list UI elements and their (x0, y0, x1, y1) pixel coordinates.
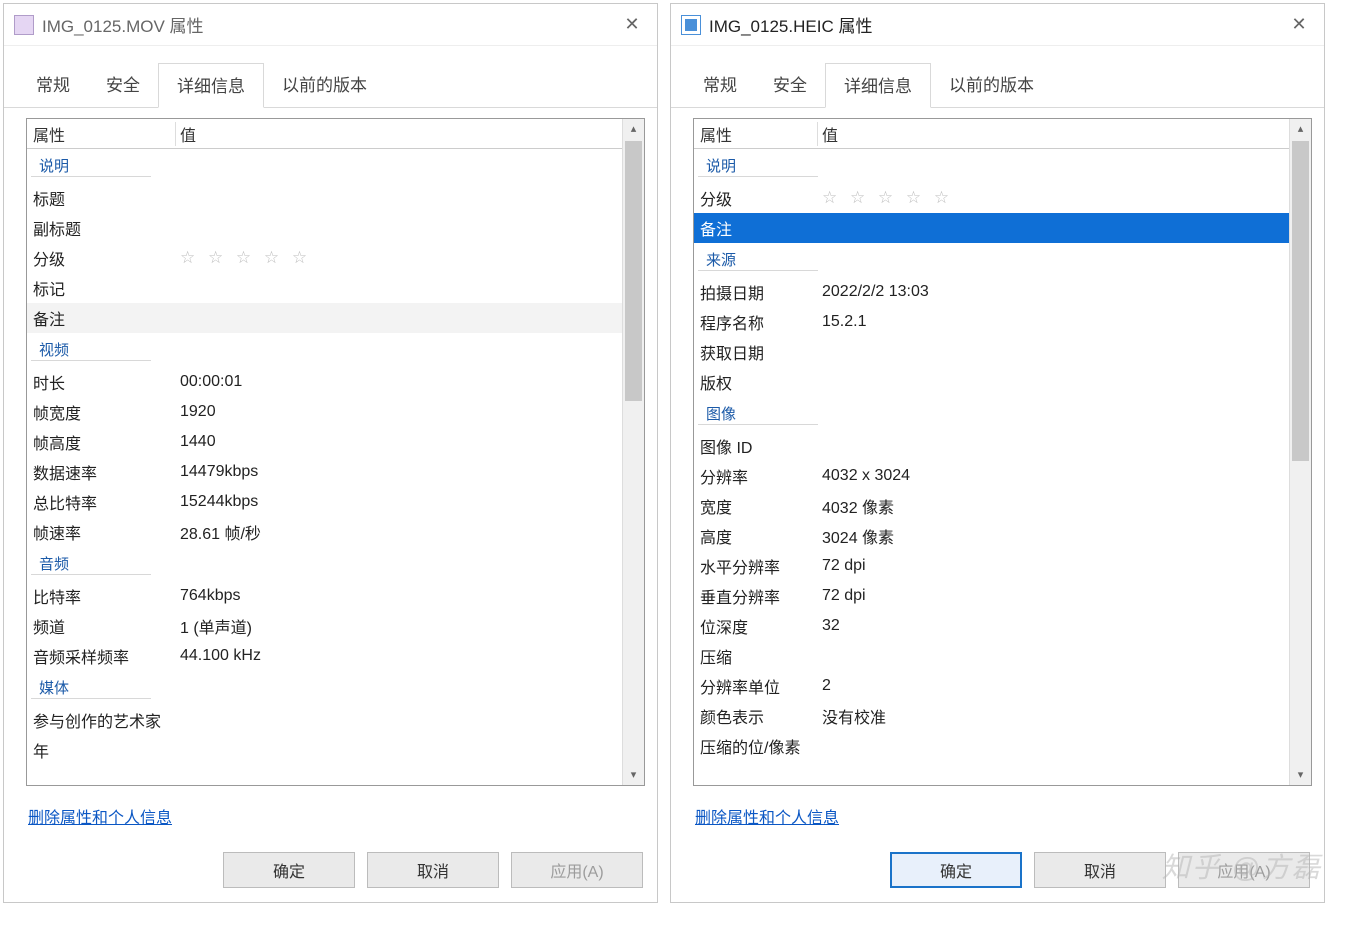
rating-stars[interactable]: ☆ ☆ ☆ ☆ ☆ (818, 188, 1289, 208)
row-width[interactable]: 宽度4032 像素 (694, 491, 1289, 521)
window-title: IMG_0125.MOV 属性 (42, 12, 607, 37)
file-icon (14, 15, 34, 35)
grid-body[interactable]: 属性 值 说明 标题 副标题 分级☆ ☆ ☆ ☆ ☆ 标记 备注 视频 时长00… (27, 119, 622, 785)
section-image: 图像 (694, 399, 1289, 429)
scroll-up-icon[interactable]: ▴ (623, 119, 644, 139)
ok-button[interactable]: 确定 (890, 852, 1022, 888)
close-icon[interactable]: ✕ (607, 14, 657, 35)
file-icon (681, 15, 701, 35)
grid-body[interactable]: 属性 值 说明 分级☆ ☆ ☆ ☆ ☆ 备注 来源 拍摄日期2022/2/2 1… (694, 119, 1289, 785)
tab-previous-versions[interactable]: 以前的版本 (264, 63, 385, 108)
row-audio-bitrate[interactable]: 比特率764kbps (27, 581, 622, 611)
row-artist[interactable]: 参与创作的艺术家 (27, 705, 622, 735)
row-compression[interactable]: 压缩 (694, 641, 1289, 671)
row-res-unit[interactable]: 分辨率单位2 (694, 671, 1289, 701)
properties-dialog-mov: IMG_0125.MOV 属性 ✕ 常规 安全 详细信息 以前的版本 属性 值 … (3, 3, 658, 903)
row-subtitle[interactable]: 副标题 (27, 213, 622, 243)
vertical-scrollbar[interactable]: ▴ ▾ (1289, 119, 1311, 785)
col-property: 属性 (31, 122, 176, 146)
row-total-bitrate[interactable]: 总比特率15244kbps (27, 487, 622, 517)
section-desc: 说明 (694, 151, 1289, 181)
row-color-rep[interactable]: 颜色表示没有校准 (694, 701, 1289, 731)
row-compressed-bpp[interactable]: 压缩的位/像素 (694, 731, 1289, 761)
row-rating[interactable]: 分级☆ ☆ ☆ ☆ ☆ (27, 243, 622, 273)
scroll-thumb[interactable] (1292, 141, 1309, 461)
button-row: 确定 取消 应用(A) (671, 840, 1324, 902)
row-frame-height[interactable]: 帧高度1440 (27, 427, 622, 457)
cancel-button[interactable]: 取消 (1034, 852, 1166, 888)
rating-stars[interactable]: ☆ ☆ ☆ ☆ ☆ (176, 248, 622, 268)
row-resolution[interactable]: 分辨率4032 x 3024 (694, 461, 1289, 491)
cancel-button[interactable]: 取消 (367, 852, 499, 888)
row-program-name[interactable]: 程序名称15.2.1 (694, 307, 1289, 337)
row-acquire-date[interactable]: 获取日期 (694, 337, 1289, 367)
properties-dialog-heic: IMG_0125.HEIC 属性 ✕ 常规 安全 详细信息 以前的版本 属性 值… (670, 3, 1325, 903)
row-frame-rate[interactable]: 帧速率28.61 帧/秒 (27, 517, 622, 547)
tab-general[interactable]: 常规 (18, 63, 88, 108)
tab-previous-versions[interactable]: 以前的版本 (931, 63, 1052, 108)
apply-button[interactable]: 应用(A) (511, 852, 643, 888)
col-property: 属性 (698, 122, 818, 146)
row-title[interactable]: 标题 (27, 183, 622, 213)
tab-general[interactable]: 常规 (685, 63, 755, 108)
titlebar[interactable]: IMG_0125.HEIC 属性 ✕ (671, 4, 1324, 46)
ok-button[interactable]: 确定 (223, 852, 355, 888)
link-row: 删除属性和个人信息 (693, 786, 1312, 840)
row-rating[interactable]: 分级☆ ☆ ☆ ☆ ☆ (694, 183, 1289, 213)
vertical-scrollbar[interactable]: ▴ ▾ (622, 119, 644, 785)
row-hres[interactable]: 水平分辨率72 dpi (694, 551, 1289, 581)
content-area: 属性 值 说明 标题 副标题 分级☆ ☆ ☆ ☆ ☆ 标记 备注 视频 时长00… (4, 108, 657, 840)
button-row: 确定 取消 应用(A) (4, 840, 657, 902)
scroll-down-icon[interactable]: ▾ (623, 765, 644, 785)
property-grid: 属性 值 说明 标题 副标题 分级☆ ☆ ☆ ☆ ☆ 标记 备注 视频 时长00… (26, 118, 645, 786)
tab-details[interactable]: 详细信息 (158, 63, 264, 108)
tab-details[interactable]: 详细信息 (825, 63, 931, 108)
titlebar[interactable]: IMG_0125.MOV 属性 ✕ (4, 4, 657, 46)
row-year[interactable]: 年 (27, 735, 622, 765)
remove-properties-link[interactable]: 删除属性和个人信息 (28, 810, 172, 827)
row-copyright[interactable]: 版权 (694, 367, 1289, 397)
row-frame-width[interactable]: 帧宽度1920 (27, 397, 622, 427)
row-audio-sample-rate[interactable]: 音频采样频率44.100 kHz (27, 641, 622, 671)
row-bitdepth[interactable]: 位深度32 (694, 611, 1289, 641)
row-duration[interactable]: 时长00:00:01 (27, 367, 622, 397)
scroll-down-icon[interactable]: ▾ (1290, 765, 1311, 785)
scroll-thumb[interactable] (625, 141, 642, 401)
section-desc: 说明 (27, 151, 622, 181)
scroll-up-icon[interactable]: ▴ (1290, 119, 1311, 139)
row-remark[interactable]: 备注 (27, 303, 622, 333)
row-channels[interactable]: 频道1 (单声道) (27, 611, 622, 641)
row-date-taken[interactable]: 拍摄日期2022/2/2 13:03 (694, 277, 1289, 307)
section-media: 媒体 (27, 673, 622, 703)
section-audio: 音频 (27, 549, 622, 579)
remove-properties-link[interactable]: 删除属性和个人信息 (695, 810, 839, 827)
row-image-id[interactable]: 图像 ID (694, 431, 1289, 461)
section-source: 来源 (694, 245, 1289, 275)
col-value: 值 (818, 122, 1289, 146)
window-title: IMG_0125.HEIC 属性 (709, 12, 1274, 37)
row-data-rate[interactable]: 数据速率14479kbps (27, 457, 622, 487)
grid-header: 属性 值 (694, 119, 1289, 149)
tab-security[interactable]: 安全 (755, 63, 825, 108)
close-icon[interactable]: ✕ (1274, 14, 1324, 35)
tab-strip: 常规 安全 详细信息 以前的版本 (4, 62, 657, 108)
row-height[interactable]: 高度3024 像素 (694, 521, 1289, 551)
link-row: 删除属性和个人信息 (26, 786, 645, 840)
col-value: 值 (176, 122, 622, 146)
property-grid: 属性 值 说明 分级☆ ☆ ☆ ☆ ☆ 备注 来源 拍摄日期2022/2/2 1… (693, 118, 1312, 786)
row-vres[interactable]: 垂直分辨率72 dpi (694, 581, 1289, 611)
grid-header: 属性 值 (27, 119, 622, 149)
apply-button[interactable]: 应用(A) (1178, 852, 1310, 888)
row-remark[interactable]: 备注 (694, 213, 1289, 243)
tab-security[interactable]: 安全 (88, 63, 158, 108)
row-tag[interactable]: 标记 (27, 273, 622, 303)
tab-strip: 常规 安全 详细信息 以前的版本 (671, 62, 1324, 108)
section-video: 视频 (27, 335, 622, 365)
content-area: 属性 值 说明 分级☆ ☆ ☆ ☆ ☆ 备注 来源 拍摄日期2022/2/2 1… (671, 108, 1324, 840)
